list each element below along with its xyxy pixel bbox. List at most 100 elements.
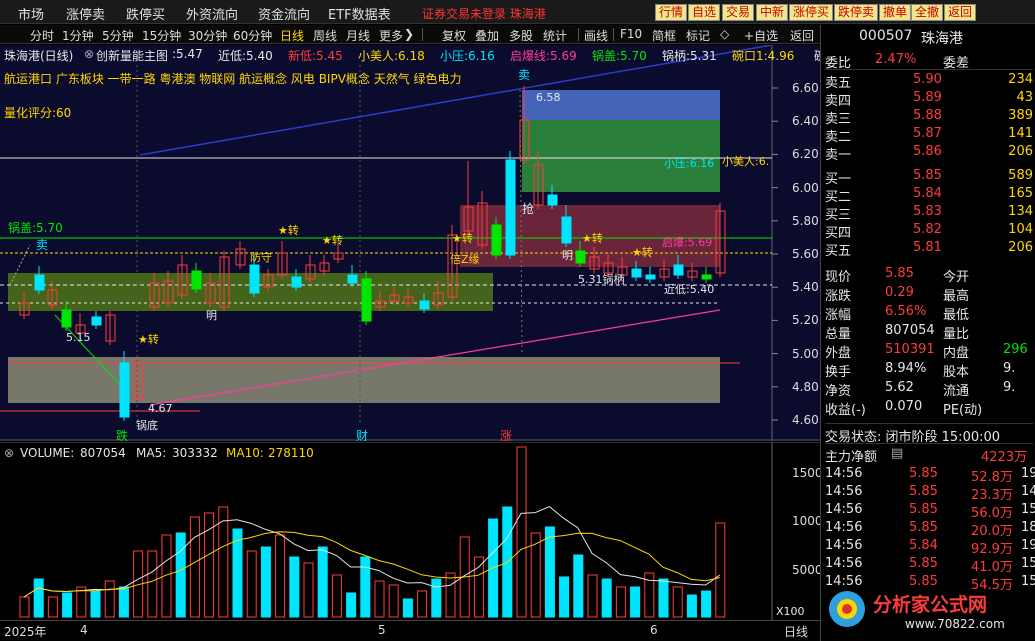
volume-bar: [317, 546, 328, 618]
price-tick: 5.20: [792, 313, 819, 328]
btn-cancel-order[interactable]: 撤单: [879, 4, 912, 21]
ask-price: 5.90: [913, 72, 942, 87]
x-mode-label[interactable]: 日线: [784, 623, 808, 640]
stat-label: 总量: [825, 327, 852, 342]
period-5min[interactable]: 5分钟: [102, 27, 134, 44]
x-axis: [0, 620, 820, 641]
btn-watchlist[interactable]: 自选: [688, 4, 721, 21]
menu-etf-table[interactable]: ETF数据表: [328, 4, 391, 23]
volume-toggle-icon[interactable]: ⊗: [4, 446, 14, 460]
ask-volume: 206: [1008, 144, 1033, 159]
bid-row-3[interactable]: 买四 5.82 104: [825, 222, 1033, 241]
price-tick: 5.40: [792, 280, 819, 295]
volume-label: VOLUME:: [20, 446, 75, 460]
volume-bar: [573, 554, 584, 618]
tool-mark[interactable]: 标记: [686, 27, 710, 44]
menu-limit-up-sell[interactable]: 涨停卖: [66, 4, 105, 23]
ask-row-2[interactable]: 卖三 5.88 389: [825, 108, 1033, 127]
menu-capital-flow[interactable]: 资金流向: [258, 4, 310, 23]
stock-header: 000507 珠海港: [825, 28, 1033, 47]
ask-label: 卖一: [825, 148, 852, 163]
price-tick: 6.60: [792, 81, 819, 95]
btn-limit-up-buy[interactable]: 涨停买: [789, 4, 834, 21]
tool-stats[interactable]: 统计: [543, 27, 567, 44]
indicator-toggle-icon[interactable]: ⊗: [84, 47, 94, 61]
ask-volume: 43: [1016, 90, 1033, 105]
period-60min[interactable]: 60分钟: [233, 27, 272, 44]
candle: [561, 216, 572, 244]
ma10-value: 278110: [268, 446, 314, 460]
period-30min[interactable]: 30分钟: [188, 27, 227, 44]
tool-diamond-icon[interactable]: ◇: [720, 27, 729, 41]
candle: [347, 274, 358, 284]
btn-quote[interactable]: 行情: [655, 4, 688, 21]
ask-price: 5.86: [913, 144, 942, 159]
tool-draw[interactable]: 画线: [584, 27, 608, 44]
ask-row-0[interactable]: 卖五 5.90 234: [825, 72, 1033, 91]
volume-bar: [175, 532, 186, 618]
tool-f10[interactable]: F10: [620, 27, 642, 41]
menu-foreign-flow[interactable]: 外资流向: [186, 4, 238, 23]
menu-limit-down-buy[interactable]: 跌停买: [126, 4, 165, 23]
period-bar: 分时 1分钟 5分钟 15分钟 30分钟 60分钟 日线 周线 月线 更多 ❯ …: [0, 25, 820, 44]
period-weekly[interactable]: 周线: [313, 27, 337, 44]
period-monthly[interactable]: 月线: [346, 27, 370, 44]
tool-add-watch[interactable]: +自选: [744, 27, 778, 44]
ask-volume: 141: [1008, 126, 1033, 141]
main-flow-row: 主力净额 ▤ 4223万: [825, 443, 1033, 465]
menu-market[interactable]: 市场: [18, 4, 44, 23]
bid-row-4[interactable]: 买五 5.81 206: [825, 240, 1033, 259]
btn-back[interactable]: 返回: [944, 4, 977, 21]
period-1min[interactable]: 1分钟: [62, 27, 94, 44]
btn-trade[interactable]: 交易: [722, 4, 755, 21]
period-daily[interactable]: 日线: [280, 27, 304, 44]
tool-simple-frame[interactable]: 简框: [652, 27, 676, 44]
low2-label: 5.15: [66, 331, 91, 344]
indicator-item-0: :5.47: [172, 47, 203, 61]
volume-scale: X100: [776, 605, 805, 618]
price-tick: 5.00: [792, 346, 819, 361]
low-price-label: 4.67: [148, 402, 173, 415]
tick-row-3: 14:56 5.85 20.0万 18: [825, 520, 1035, 539]
bid-price: 5.83: [913, 204, 942, 219]
volume-chart[interactable]: X100: [0, 442, 820, 620]
tick-cell: 41.0万: [971, 560, 1013, 575]
bid-label: 买五: [825, 244, 852, 259]
tool-adjust[interactable]: 复权: [442, 27, 466, 44]
more-chevron-icon[interactable]: ❯: [404, 27, 414, 41]
price-tick: 6.20: [792, 147, 819, 162]
candle: [249, 264, 260, 294]
bid-row-1[interactable]: 买二 5.84 165: [825, 186, 1033, 205]
stat-row-7: 收益(-) 0.070 PE(动): [825, 399, 1033, 418]
tick-cell: 92.9万: [971, 542, 1013, 557]
tool-multi[interactable]: 多股: [509, 27, 533, 44]
ask-row-3[interactable]: 卖二 5.87 141: [825, 126, 1033, 145]
indicator-name[interactable]: 创新量能主图: [96, 47, 168, 64]
tick-cell: 5.85: [909, 502, 938, 517]
weibi-value: 2.47%: [875, 52, 917, 67]
tool-back[interactable]: 返回: [790, 27, 814, 44]
period-15min[interactable]: 15分钟: [142, 27, 181, 44]
ask-row-1[interactable]: 卖四 5.89 43: [825, 90, 1033, 109]
btn-limit-down-sell[interactable]: 跌停卖: [834, 4, 879, 21]
indicator-item-2: 新低:5.45: [288, 49, 343, 63]
volume-bar: [33, 578, 44, 618]
zhuan-label-6: ★转: [632, 245, 653, 259]
bid-row-0[interactable]: 买一 5.85 589: [825, 168, 1033, 187]
flow-menu-icon[interactable]: ▤: [891, 446, 903, 461]
watermark-url: www.70822.com: [905, 617, 1005, 631]
period-more[interactable]: 更多: [379, 27, 403, 44]
candle: [645, 274, 656, 280]
ask-row-4[interactable]: 卖一 5.86 206: [825, 144, 1033, 163]
price-tick: 6.40: [792, 114, 819, 129]
bid-row-2[interactable]: 买三 5.83 134: [825, 204, 1033, 223]
tool-overlay[interactable]: 叠加: [475, 27, 499, 44]
btn-cancel-all[interactable]: 全撤: [911, 4, 944, 21]
period-timeshare[interactable]: 分时: [30, 27, 54, 44]
candlestick-chart[interactable]: 锅盖:5.70 卖 卖 6.58 4.67 5.15 小压:6.16 小美人:6…: [0, 45, 820, 441]
volume-bar: [601, 578, 612, 618]
ask-volume: 389: [1008, 108, 1033, 123]
zhuan-label-4: ★转: [452, 231, 473, 245]
stat-label: 外盘: [825, 346, 852, 361]
btn-zhongxin[interactable]: 中新: [756, 4, 789, 21]
